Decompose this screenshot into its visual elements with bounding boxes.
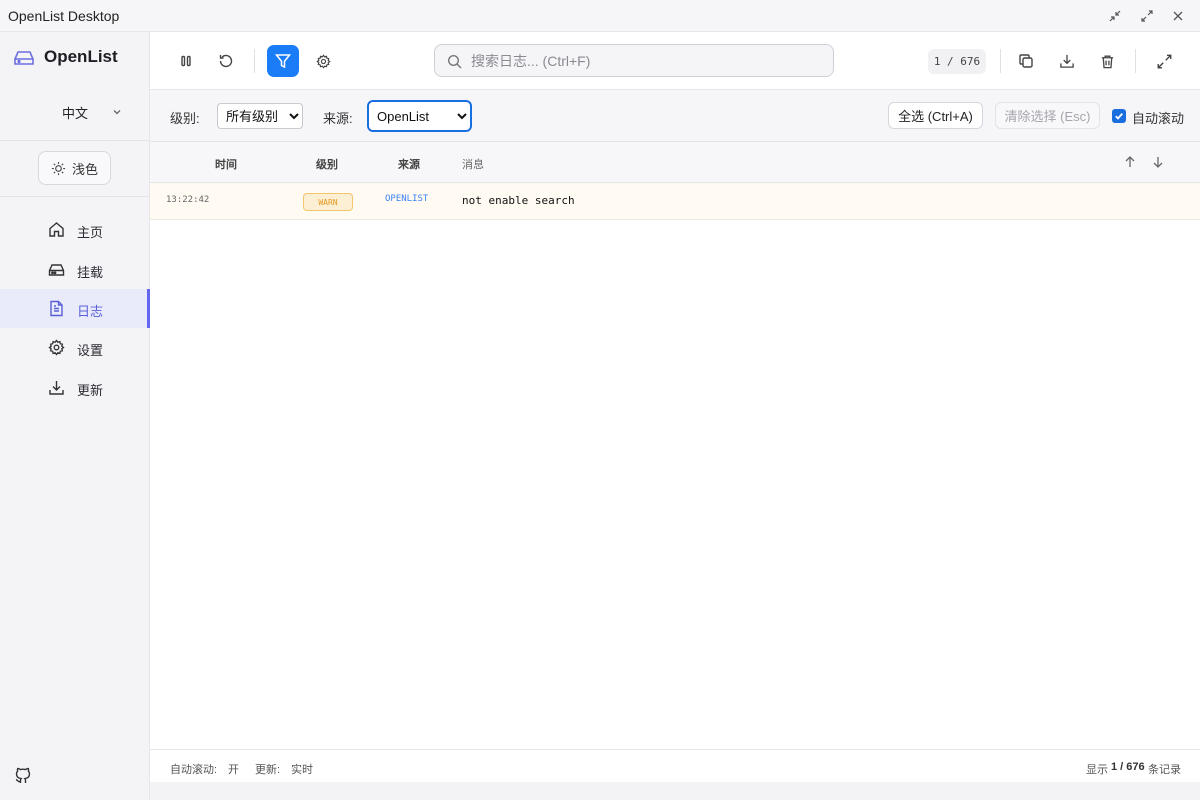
auto-scroll-checkbox[interactable] — [1112, 109, 1126, 123]
sidebar-item-settings[interactable]: 设置 — [0, 328, 149, 367]
github-icon[interactable] — [14, 766, 32, 784]
status-update-value: 实时 — [291, 764, 313, 776]
clear-logs-button[interactable] — [1091, 45, 1123, 77]
filter-bar: 级别: 所有级别 来源: OpenList 全选 (Ctrl+A) 清除选择 (… — [150, 90, 1200, 142]
toolbar-divider — [1000, 49, 1001, 73]
refresh-icon — [219, 54, 233, 68]
divider — [0, 196, 149, 197]
log-settings-button[interactable] — [307, 45, 339, 77]
download-icon — [1060, 54, 1074, 68]
search-icon — [447, 54, 462, 69]
expand-arrows-icon — [1157, 54, 1171, 68]
pause-icon — [181, 55, 191, 67]
sidebar-item-mount[interactable]: 挂载 — [0, 250, 149, 289]
column-header-time[interactable]: 时间 — [215, 156, 237, 172]
window-title: OpenList Desktop — [8, 7, 120, 24]
trash-icon — [1101, 55, 1113, 68]
theme-toggle-button[interactable]: 浅色 — [38, 151, 111, 185]
level-filter-label: 级别: — [170, 111, 200, 126]
auto-scroll-label: 自动滚动 — [1132, 111, 1185, 126]
log-row[interactable]: 13:22:42 WARN OPENLIST not enable search — [150, 183, 1200, 220]
status-auto-scroll-value: 开 — [228, 764, 239, 776]
status-auto-scroll-label: 自动滚动: — [170, 764, 218, 776]
sidebar-item-update[interactable]: 更新 — [0, 368, 149, 407]
sidebar-item-label: 设置 — [77, 343, 104, 358]
toolbar-divider — [254, 49, 255, 73]
gear-icon — [315, 53, 331, 69]
toolbar-divider — [1135, 49, 1136, 73]
sidebar-item-label: 挂载 — [77, 265, 104, 280]
brand: OpenList — [0, 32, 149, 86]
copy-icon — [1019, 54, 1033, 68]
refresh-button[interactable] — [210, 45, 242, 77]
column-header-message[interactable]: 消息 — [462, 156, 484, 172]
brand-name: OpenList — [44, 47, 118, 66]
expand-arrows-icon — [1141, 10, 1153, 22]
language-select[interactable]: 中文 — [14, 96, 136, 128]
source-filter-select[interactable]: OpenList — [367, 100, 472, 132]
status-display-prefix: 显示 — [1086, 764, 1108, 776]
chevron-down-icon — [113, 110, 121, 115]
copy-button[interactable] — [1010, 45, 1042, 77]
bottom-strip — [150, 782, 1200, 800]
close-icon — [1173, 11, 1183, 21]
clear-selection-button[interactable]: 清除选择 (Esc) — [995, 102, 1100, 129]
status-update-label: 更新: — [255, 764, 281, 776]
sidebar-item-logs[interactable]: 日志 — [0, 289, 150, 328]
logs-toolbar: 1 / 676 — [150, 32, 1200, 90]
sidebar: OpenList 中文 浅色 主页 挂载 日志 设置 更新 — [0, 32, 150, 800]
export-button[interactable] — [1051, 45, 1083, 77]
arrow-up-icon[interactable] — [1123, 155, 1137, 169]
match-counter: 1 / 676 — [928, 49, 986, 74]
gear-icon — [48, 339, 65, 356]
collapse-arrows-icon — [1109, 10, 1121, 22]
theme-label: 浅色 — [71, 161, 98, 177]
level-filter-select[interactable]: 所有级别 — [217, 103, 303, 129]
log-search-input[interactable] — [471, 45, 827, 76]
minimize-button[interactable] — [1099, 0, 1131, 32]
file-text-icon — [50, 300, 63, 317]
log-level-badge: WARN — [303, 193, 353, 211]
divider — [0, 140, 149, 141]
hard-drive-icon — [48, 264, 65, 276]
sun-icon — [51, 161, 66, 175]
log-source: OPENLIST — [385, 194, 429, 204]
select-all-button[interactable]: 全选 (Ctrl+A) — [888, 102, 983, 129]
home-icon — [49, 222, 64, 237]
sidebar-item-label: 日志 — [77, 304, 104, 319]
pause-button[interactable] — [170, 45, 202, 77]
log-time: 13:22:42 — [166, 195, 210, 205]
status-display-suffix: 条记录 — [1148, 764, 1181, 776]
download-icon — [49, 381, 64, 395]
column-header-source[interactable]: 来源 — [398, 156, 420, 172]
status-bar: 自动滚动: 开 更新: 实时 显示 1 / 676 条记录 — [150, 749, 1200, 782]
column-header-level[interactable]: 级别 — [316, 156, 338, 172]
window-titlebar: OpenList Desktop — [0, 0, 1200, 32]
maximize-button[interactable] — [1131, 0, 1163, 32]
filter-icon — [275, 54, 291, 69]
fullscreen-button[interactable] — [1148, 45, 1180, 77]
close-button[interactable] — [1162, 0, 1194, 32]
log-message: not enable search — [462, 194, 575, 207]
filter-toggle-button[interactable] — [267, 45, 299, 77]
hard-drive-logo-icon — [14, 51, 34, 65]
log-table-header: 时间 级别 来源 消息 — [150, 142, 1200, 183]
status-display-count: 1 / 676 — [1111, 761, 1145, 773]
source-filter-label: 来源: — [323, 111, 353, 126]
arrow-down-icon[interactable] — [1151, 155, 1165, 169]
sidebar-item-home[interactable]: 主页 — [0, 210, 149, 249]
logs-main: 1 / 676 级别: 所有级别 来源: OpenList 全选 (Ctrl+A… — [150, 32, 1200, 800]
language-value: 中文 — [61, 105, 88, 121]
sidebar-item-label: 主页 — [77, 225, 104, 240]
log-search-box[interactable] — [434, 44, 834, 77]
sidebar-item-label: 更新 — [77, 383, 104, 398]
checkmark-icon — [1115, 112, 1123, 120]
